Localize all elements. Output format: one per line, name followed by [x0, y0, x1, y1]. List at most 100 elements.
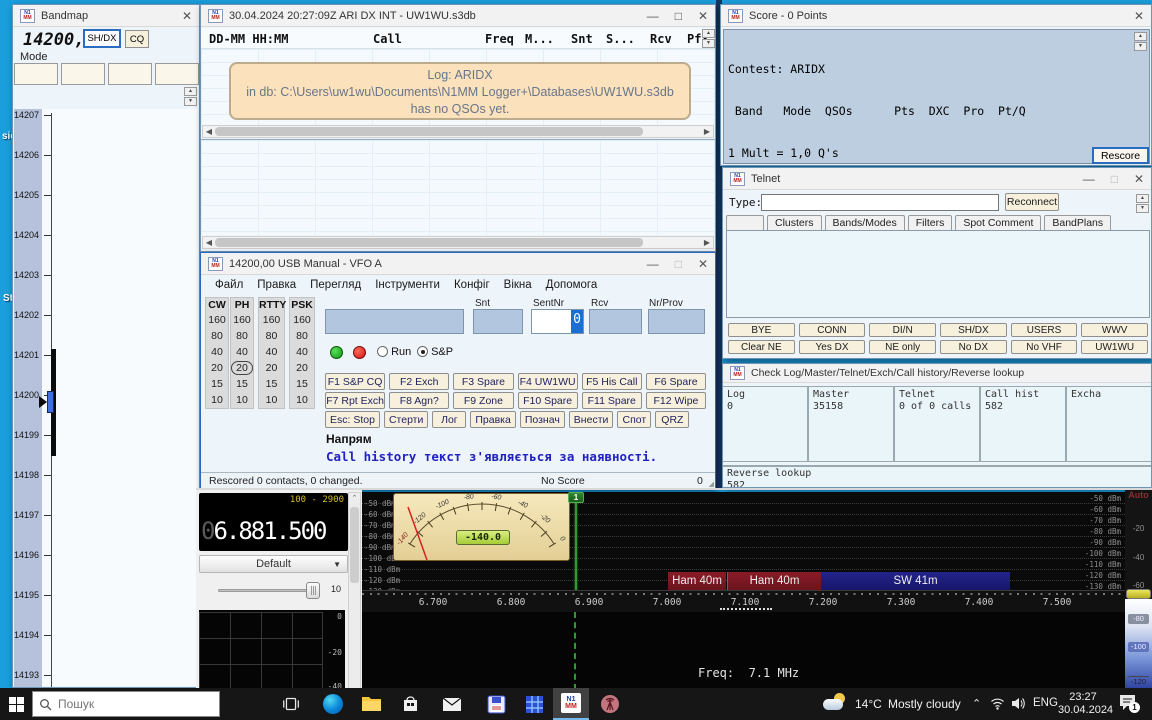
band-overlay-sw41m[interactable]: SW 41m [821, 572, 1010, 590]
menu-item[interactable]: Допомога [546, 279, 598, 291]
tuning-marker-flag[interactable]: 1 [568, 492, 584, 503]
sentnr-field[interactable]: 0 [531, 309, 584, 334]
action-key-button[interactable]: Esc: Stop [325, 411, 380, 428]
telnet-button[interactable]: DI/N [869, 323, 936, 337]
bandmap-mode-box[interactable] [61, 63, 105, 85]
band-select[interactable]: 40 [231, 344, 253, 360]
menu-item[interactable]: Файл [215, 279, 243, 291]
band-select[interactable]: 15 [259, 376, 284, 392]
band-select[interactable]: 15 [290, 376, 314, 392]
close-icon[interactable]: ✕ [698, 258, 708, 270]
sdr-vscrollbar[interactable]: ⌃ [348, 492, 361, 690]
mail-button[interactable] [434, 688, 470, 720]
tray-expand-chevron-icon[interactable]: ⌃ [972, 697, 981, 710]
telnet-tab[interactable]: BandPlans [1044, 215, 1111, 230]
telnet-button[interactable]: UW1WU [1081, 340, 1148, 354]
fkey-button[interactable]: F11 Spare [582, 392, 642, 409]
action-key-button[interactable]: QRZ [655, 411, 689, 428]
scrollbar-thumb[interactable] [350, 507, 359, 583]
bandmap-mode-box[interactable] [14, 63, 58, 85]
telnet-button[interactable]: BYE [728, 323, 795, 337]
check-panel[interactable]: Call hist 582 [981, 387, 1067, 461]
range-auto-label[interactable]: Auto [1125, 490, 1152, 500]
log-col-header[interactable]: DD-MM HH:MM [209, 32, 288, 46]
speaker-icon[interactable] [1011, 697, 1026, 710]
band-select[interactable]: 40 [206, 344, 228, 360]
task-view-button[interactable] [273, 688, 309, 720]
callsign-field[interactable] [325, 309, 464, 334]
bandmap-zoom-spinner[interactable]: ▲▼ [184, 87, 197, 106]
action-key-button[interactable]: Внести [569, 411, 614, 428]
fkey-button[interactable]: F1 S&P CQ [325, 373, 385, 390]
spreadsheet-button[interactable] [516, 688, 552, 720]
telnet-button[interactable]: Clear NE [728, 340, 795, 354]
log-col-header[interactable]: Call [373, 32, 402, 46]
sp-radio[interactable]: S&P [417, 346, 453, 358]
log-col-header[interactable]: Freq [485, 32, 514, 46]
rescore-button[interactable]: Rescore [1092, 147, 1149, 164]
tuning-marker-line[interactable] [575, 502, 577, 590]
band-select[interactable]: 20 [290, 360, 314, 376]
scroll-left-icon[interactable]: ◀ [203, 237, 215, 248]
check-panel[interactable]: Excha [1067, 387, 1152, 461]
log-col-header[interactable]: Rcv [650, 32, 672, 46]
n1mm-app-button[interactable]: N1MM [553, 688, 589, 720]
bandmap-mode-box[interactable] [155, 63, 199, 85]
resize-grip-icon[interactable]: ◢ [709, 480, 714, 488]
sdr-frequency-display[interactable]: 100 - 2900 06.881.500 [199, 493, 348, 551]
action-key-button[interactable]: Правка [470, 411, 515, 428]
scrollbar-thumb[interactable] [215, 238, 643, 247]
telnet-button[interactable]: USERS [1011, 323, 1078, 337]
telnet-tab[interactable]: Filters [908, 215, 953, 230]
reverse-lookup-panel[interactable]: Reverse lookup 582 [723, 465, 1152, 488]
action-key-button[interactable]: Спот [617, 411, 651, 428]
telnet-output-pane[interactable] [726, 230, 1150, 318]
band-select[interactable]: 15 [231, 376, 253, 392]
band-select[interactable]: 20 [206, 360, 228, 376]
action-key-button[interactable]: Стерти [384, 411, 428, 428]
cq-button[interactable]: CQ [125, 30, 149, 48]
search-input[interactable] [58, 697, 198, 711]
fkey-button[interactable]: F4 UW1WU [518, 373, 578, 390]
bandmap-mode-box[interactable] [108, 63, 152, 85]
menu-item[interactable]: Вікна [504, 279, 532, 291]
weather-icon[interactable] [822, 692, 848, 716]
log-pane-bottom[interactable] [201, 139, 715, 235]
scroll-right-icon[interactable]: ▶ [701, 126, 713, 137]
band-select[interactable]: 10 [206, 392, 228, 408]
spectrum-display[interactable]: -50 dBm-60 dBm-70 dBm-80 dBm-90 dBm-100 … [362, 492, 1125, 612]
menu-item[interactable]: Інструменти [375, 279, 440, 291]
band-select[interactable]: 20 [231, 360, 253, 376]
telnet-button[interactable]: No DX [940, 340, 1007, 354]
band-select[interactable]: 40 [259, 344, 284, 360]
fkey-button[interactable]: F3 Spare [453, 373, 513, 390]
score-spinner[interactable]: ▲▼ [1134, 32, 1147, 51]
band-select[interactable]: 15 [206, 376, 228, 392]
sdr-app-button[interactable] [592, 688, 628, 720]
band-select[interactable]: 10 [259, 392, 284, 408]
run-radio[interactable]: Run [377, 346, 411, 358]
telnet-spinner[interactable]: ▲▼ [1136, 194, 1149, 213]
telnet-button[interactable]: No VHF [1011, 340, 1078, 354]
tab-blank[interactable] [726, 215, 764, 230]
profile-dropdown[interactable]: Default ▼ [199, 555, 348, 573]
telnet-tab[interactable]: Spot Comment [955, 215, 1041, 230]
close-icon[interactable]: ✕ [1134, 173, 1144, 185]
check-panel[interactable]: Master 35158 [809, 387, 895, 461]
check-panel[interactable]: Log 0 [723, 387, 809, 461]
scrollbar-thumb[interactable] [215, 127, 643, 136]
band-select[interactable]: 80 [206, 328, 228, 344]
action-key-button[interactable]: Лог [432, 411, 466, 428]
scroll-up-icon[interactable]: ⌃ [349, 493, 360, 505]
close-icon[interactable]: ✕ [698, 10, 708, 22]
log-header-spinner[interactable]: ▲▼ [702, 29, 715, 48]
check-panel[interactable]: Telnet 0 of 0 calls [895, 387, 981, 461]
fkey-button[interactable]: F12 Wipe [646, 392, 706, 409]
action-key-button[interactable]: Познач [520, 411, 565, 428]
minimize-icon[interactable]: — [1083, 173, 1095, 185]
band-select[interactable]: 10 [231, 392, 253, 408]
volume-slider-track[interactable] [218, 589, 314, 592]
range-slider-handle[interactable] [1126, 589, 1151, 599]
log-col-header[interactable]: Snt [571, 32, 593, 46]
telnet-button[interactable]: Yes DX [799, 340, 866, 354]
